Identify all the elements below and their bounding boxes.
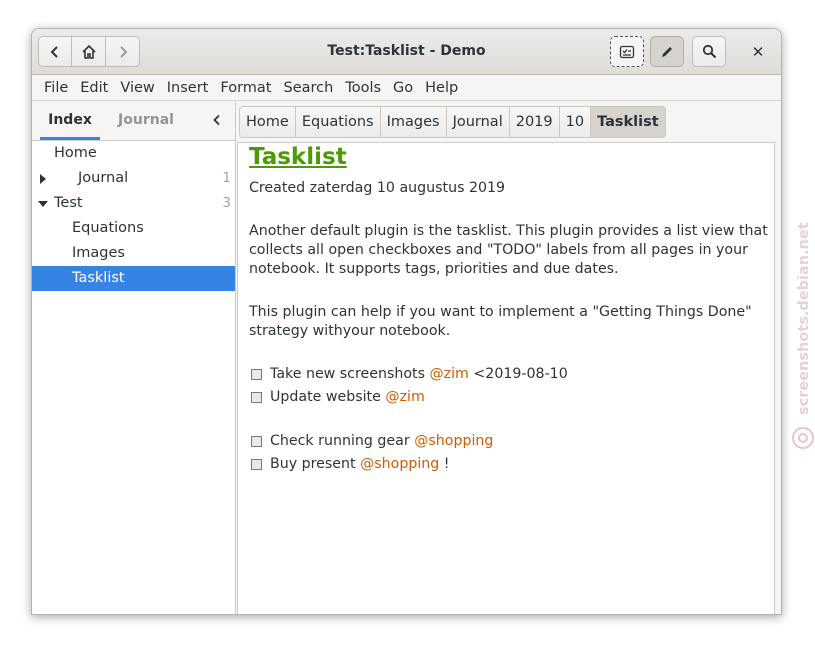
menu-format[interactable]: Format bbox=[214, 75, 277, 100]
crumb-tasklist[interactable]: Tasklist bbox=[591, 106, 666, 138]
crumb-equations[interactable]: Equations bbox=[295, 106, 381, 138]
collapse-sidebar-button[interactable] bbox=[208, 110, 226, 130]
task-tag[interactable]: @shopping bbox=[360, 454, 439, 474]
menu-insert[interactable]: Insert bbox=[161, 75, 215, 100]
checkbox[interactable] bbox=[251, 391, 262, 403]
pencil-icon bbox=[662, 46, 672, 57]
menu-bar: File Edit View Insert Format Search Tool… bbox=[32, 75, 781, 101]
paragraph-intro[interactable]: Another default plugin is the tasklist. … bbox=[249, 222, 769, 279]
edit-mode-toggle[interactable] bbox=[650, 36, 684, 67]
chevron-left-icon bbox=[213, 114, 220, 126]
tasklist-icon bbox=[619, 45, 635, 58]
menu-go[interactable]: Go bbox=[387, 75, 419, 100]
task-item[interactable]: Check running gear @shopping bbox=[251, 431, 493, 451]
task-text: Buy present bbox=[270, 456, 361, 472]
created-line[interactable]: Created zaterdag 10 augustus 2019 bbox=[249, 179, 769, 198]
tree-item-tasklist[interactable]: Tasklist bbox=[32, 266, 235, 291]
tree-item-journal[interactable]: Journal 1 bbox=[32, 166, 235, 191]
task-tag[interactable]: @zim bbox=[429, 364, 468, 384]
close-button[interactable]: ✕ bbox=[741, 36, 775, 67]
crumb-journal[interactable]: Journal bbox=[446, 106, 510, 138]
app-window: Test:Tasklist - Demo ✕ File Edit View In… bbox=[31, 28, 782, 615]
page-count: 1 bbox=[222, 170, 231, 186]
tree-item-home[interactable]: Home bbox=[32, 141, 235, 166]
expander-down-icon[interactable] bbox=[37, 191, 49, 216]
tree-item-label: Images bbox=[72, 245, 125, 261]
forward-icon bbox=[119, 45, 127, 58]
tree-item-label: Journal bbox=[78, 170, 129, 186]
close-icon: ✕ bbox=[751, 42, 765, 61]
task-due-date: <2019-08-10 bbox=[468, 366, 568, 382]
forward-button[interactable] bbox=[106, 36, 140, 67]
crumb-images[interactable]: Images bbox=[380, 106, 447, 138]
page-editor[interactable]: Tasklist Created zaterdag 10 augustus 20… bbox=[237, 142, 775, 614]
menu-tools[interactable]: Tools bbox=[339, 75, 387, 100]
watermark: screenshots.debian.net bbox=[792, 222, 814, 449]
crumb-home[interactable]: Home bbox=[239, 106, 296, 138]
menu-edit[interactable]: Edit bbox=[74, 75, 114, 100]
back-button[interactable] bbox=[38, 36, 72, 67]
task-text: Take new screenshots bbox=[270, 366, 430, 382]
menu-help[interactable]: Help bbox=[419, 75, 464, 100]
task-tag[interactable]: @shopping bbox=[414, 431, 493, 451]
breadcrumb: Home Equations Images Journal 2019 10 Ta… bbox=[239, 106, 666, 138]
content-area: Home Equations Images Journal 2019 10 Ta… bbox=[237, 102, 781, 614]
checkbox[interactable] bbox=[251, 435, 262, 447]
checkbox[interactable] bbox=[251, 458, 262, 470]
search-button[interactable] bbox=[692, 36, 726, 67]
tab-journal[interactable]: Journal bbox=[110, 102, 182, 140]
back-icon bbox=[50, 45, 58, 58]
tree-item-equations[interactable]: Equations bbox=[32, 216, 235, 241]
watermark-text: screenshots.debian.net bbox=[796, 222, 812, 415]
sidebar: Index Journal Home Journal 1 Test 3 Equa… bbox=[32, 102, 236, 614]
checkbox[interactable] bbox=[251, 368, 262, 380]
task-item[interactable]: Take new screenshots @zim <2019-08-10 bbox=[251, 364, 568, 384]
task-item[interactable]: Update website @zim bbox=[251, 387, 425, 407]
menu-view[interactable]: View bbox=[114, 75, 160, 100]
page-title[interactable]: Tasklist bbox=[249, 144, 347, 170]
tree-item-test[interactable]: Test 3 bbox=[32, 191, 235, 216]
task-text: Check running gear bbox=[270, 433, 415, 449]
page-index-tree: Home Journal 1 Test 3 Equations Images T… bbox=[32, 141, 235, 291]
tree-item-label: Tasklist bbox=[72, 270, 125, 286]
expander-right-icon[interactable] bbox=[37, 166, 49, 191]
search-icon bbox=[702, 44, 716, 59]
tree-item-label: Equations bbox=[72, 220, 144, 236]
debian-swirl-icon bbox=[792, 427, 814, 449]
task-item[interactable]: Buy present @shopping ! bbox=[251, 454, 449, 474]
menu-search[interactable]: Search bbox=[277, 75, 339, 100]
menu-file[interactable]: File bbox=[38, 75, 74, 100]
tree-item-images[interactable]: Images bbox=[32, 241, 235, 266]
task-tag[interactable]: @zim bbox=[385, 387, 424, 407]
tree-item-label: Home bbox=[54, 145, 97, 161]
tasklist-button[interactable] bbox=[610, 36, 644, 67]
header-bar: Test:Tasklist - Demo ✕ bbox=[32, 29, 781, 75]
home-button[interactable] bbox=[72, 36, 106, 67]
tree-item-label: Test bbox=[54, 195, 83, 211]
task-priority: ! bbox=[439, 456, 450, 472]
paragraph-gtd[interactable]: This plugin can help if you want to impl… bbox=[249, 303, 769, 341]
task-text: Update website bbox=[270, 389, 386, 405]
crumb-2019[interactable]: 2019 bbox=[509, 106, 560, 138]
tab-index[interactable]: Index bbox=[40, 102, 100, 140]
navigation-group bbox=[38, 36, 140, 67]
home-icon bbox=[81, 44, 96, 59]
sidebar-tabs: Index Journal bbox=[32, 102, 235, 141]
crumb-10[interactable]: 10 bbox=[559, 106, 592, 138]
page-count: 3 bbox=[222, 195, 231, 211]
